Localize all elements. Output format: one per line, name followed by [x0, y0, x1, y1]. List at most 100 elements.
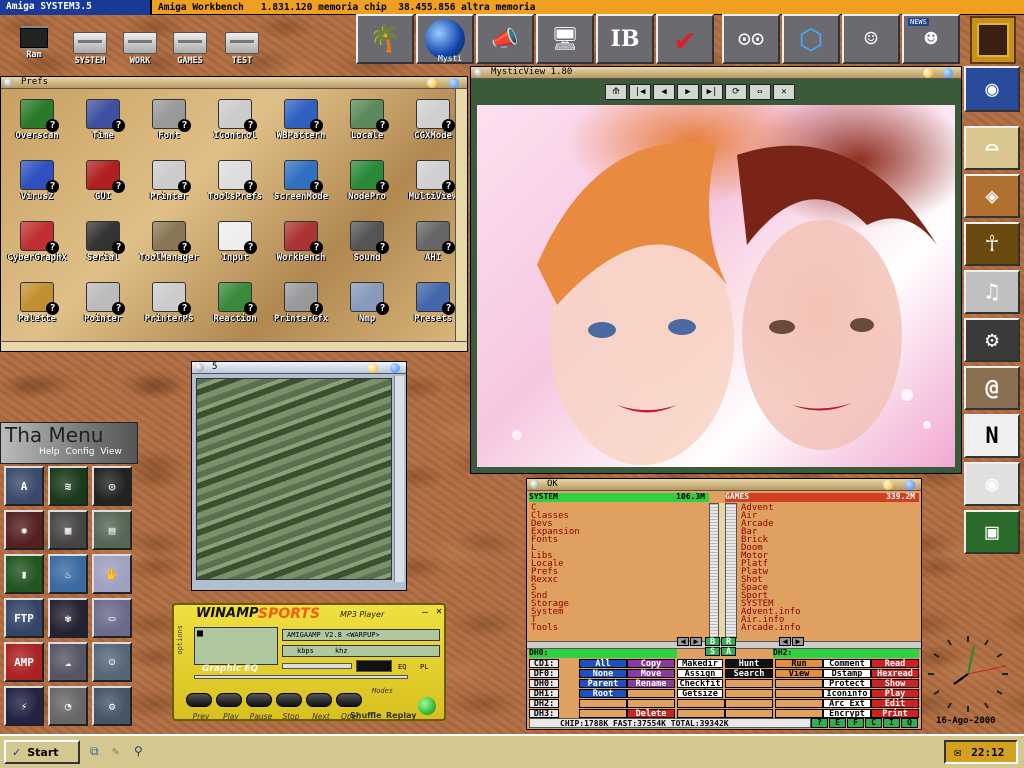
file-entry[interactable]: L	[531, 544, 705, 553]
lightning-button[interactable]: ⚡	[4, 686, 44, 726]
prefs-time-icon[interactable]: ? Time	[71, 99, 135, 141]
zoom-gadget-icon[interactable]	[427, 78, 437, 88]
right-path-field[interactable]: DH2:	[773, 649, 919, 658]
spiral-button[interactable]: ◎	[92, 466, 132, 506]
iconinfo-button[interactable]: Iconinfo	[823, 689, 871, 698]
prefs-titlebar[interactable]: Prefs	[1, 77, 467, 89]
seek-bar[interactable]	[194, 675, 408, 679]
status-button-5[interactable]: Q	[901, 718, 918, 728]
left-path-field[interactable]: DH0:	[529, 649, 677, 658]
butterfly-button[interactable]: ✾	[48, 598, 88, 638]
file-entry[interactable]: Arcade	[741, 520, 917, 529]
shuffle-button[interactable]: Shuffle	[350, 711, 382, 720]
vertical-scrollbar[interactable]	[394, 376, 404, 582]
close-icon[interactable]: ✕	[436, 606, 442, 617]
left-scrollbar[interactable]	[709, 503, 719, 639]
prefs-overscan-icon[interactable]: ? Overscan	[5, 99, 69, 141]
prefs-icontrol-icon[interactable]: ? IControl	[203, 99, 267, 141]
prefs-cybergraphx-icon[interactable]: ? CyberGraphX	[5, 221, 69, 263]
close-gadget-icon[interactable]	[4, 78, 13, 87]
prefs-input-icon[interactable]: ? Input	[203, 221, 267, 263]
face-button[interactable]: ☺	[92, 642, 132, 682]
makedir-button[interactable]: Makedir	[677, 659, 723, 668]
copy-button[interactable]: Copy	[627, 659, 675, 668]
dock-ib-button[interactable]: IB	[596, 14, 654, 64]
prefs-virusz-icon[interactable]: ? VirusZ	[5, 160, 69, 202]
open-button[interactable]	[336, 693, 362, 707]
drive-button[interactable]: DH3:	[529, 709, 559, 718]
tool-button[interactable]: ⚙	[92, 686, 132, 726]
shell-button[interactable]: @	[964, 366, 1020, 410]
file-entry[interactable]: Brick	[741, 536, 917, 545]
drive-button[interactable]: DH1:	[529, 689, 559, 698]
lister-mode-s[interactable]: S	[705, 647, 720, 656]
cup-button[interactable]: ♨	[48, 554, 88, 594]
eye-globe-button[interactable]: ◉	[964, 66, 1020, 112]
dopus-titlebar[interactable]: OK	[527, 479, 921, 491]
prefs-serial-icon[interactable]: ? Serial	[71, 221, 135, 263]
prefs-screenmode-icon[interactable]: ? ScreenMode	[269, 160, 333, 202]
edit-button[interactable]: Edit	[871, 699, 919, 708]
depth-gadget-icon[interactable]	[449, 78, 459, 88]
status-button-4[interactable]: I	[883, 718, 900, 728]
sound-button[interactable]: ≋	[48, 466, 88, 506]
options-tab[interactable]: options	[176, 625, 184, 655]
prefs-toolsprefs-icon[interactable]: ? ToolsPrefs	[203, 160, 267, 202]
zoom-gadget-icon[interactable]	[883, 480, 893, 490]
pl-toggle[interactable]: PL	[420, 663, 428, 671]
file-entry[interactable]: Platw	[741, 568, 917, 577]
dock-binoculars-button[interactable]: ⊙⊙	[722, 14, 780, 64]
prefs-gui-icon[interactable]: ? GUI	[71, 160, 135, 202]
close-gadget-icon[interactable]	[474, 68, 483, 77]
dock-mysticview-button[interactable]: Mysti	[416, 14, 474, 64]
move-button[interactable]: Move	[627, 669, 675, 678]
play-button[interactable]: Play	[871, 689, 919, 698]
window-5-titlebar[interactable]: 5	[192, 362, 406, 374]
next-button[interactable]	[306, 693, 332, 707]
prefs-printerps-icon[interactable]: ? PrinterPS	[137, 282, 201, 324]
prefs-sound-icon[interactable]: ? Sound	[335, 221, 399, 263]
pause-button[interactable]	[246, 693, 272, 707]
picture-eye-button[interactable]: ◈	[964, 174, 1020, 218]
mv-control-2[interactable]: ◀	[653, 84, 675, 100]
horizontal-scrollbar[interactable]	[1, 341, 467, 351]
zoom-gadget-icon[interactable]	[368, 363, 378, 373]
file-entry[interactable]: Tools	[531, 624, 705, 633]
prefs-font-icon[interactable]: ? Font	[137, 99, 201, 141]
fire-button[interactable]: ✺	[4, 510, 44, 550]
print-button[interactable]: Print	[871, 709, 919, 718]
gauge-button[interactable]: ◔	[48, 686, 88, 726]
nav-arrow-icon[interactable]: ▶	[690, 637, 702, 646]
amp-button[interactable]: AMP	[4, 642, 44, 682]
prefs-reaction-icon[interactable]: ? Reaction	[203, 282, 267, 324]
close-gadget-icon[interactable]	[195, 363, 204, 372]
mv-control-4[interactable]: ▶|	[701, 84, 723, 100]
comment-button[interactable]: Comment	[823, 659, 871, 668]
checkfit-button[interactable]: Checkfit	[677, 679, 723, 688]
file-entry[interactable]: System	[531, 608, 705, 617]
netscape-button[interactable]: N	[964, 414, 1020, 458]
monitor-button[interactable]: ▭	[92, 598, 132, 638]
vertical-scrollbar[interactable]	[455, 89, 467, 341]
view-button[interactable]: View	[775, 669, 823, 678]
a-button[interactable]: A	[4, 466, 44, 506]
arc-ext-button[interactable]: Arc Ext	[823, 699, 871, 708]
all-button[interactable]: All	[579, 659, 627, 668]
file-entry[interactable]: Arcade.info	[741, 624, 917, 633]
right-scrollbar[interactable]	[725, 503, 737, 639]
test-drive-icon[interactable]: TEST	[218, 32, 266, 66]
protect-button[interactable]: Protect	[823, 679, 871, 688]
drive-button[interactable]: DF0:	[529, 669, 559, 678]
menu-help[interactable]: Help	[39, 447, 60, 457]
rename-button[interactable]: Rename	[627, 679, 675, 688]
status-button-3[interactable]: C	[865, 718, 882, 728]
assign-button[interactable]: Assign	[677, 669, 723, 678]
replay-button[interactable]: Replay	[386, 711, 416, 720]
dock-megaphone-button[interactable]: 📣	[476, 14, 534, 64]
lister-mode-a[interactable]: A	[721, 647, 736, 656]
file-entry[interactable]: Rexxc	[531, 576, 705, 585]
dock-emblem-button[interactable]: ⬡	[782, 14, 840, 64]
mv-control-7[interactable]: ✕	[773, 84, 795, 100]
depth-gadget-icon[interactable]	[905, 480, 915, 490]
show-button[interactable]: Show	[871, 679, 919, 688]
